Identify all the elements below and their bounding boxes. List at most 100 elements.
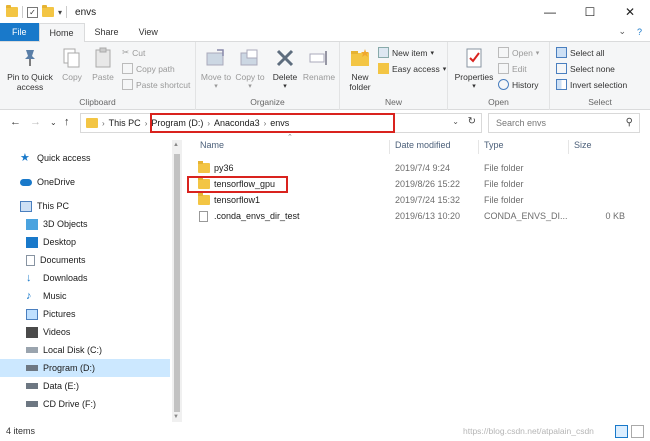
scroll-up-icon[interactable]: ▲ <box>173 142 179 148</box>
breadcrumb-this-pc[interactable]: This PC <box>109 118 141 128</box>
column-type[interactable]: Type <box>484 140 504 150</box>
file-date: 2019/8/26 15:22 <box>395 179 461 189</box>
minimize-button[interactable]: — <box>530 0 570 24</box>
select-group: Select all Select none Invert selection … <box>550 42 650 110</box>
nav-item-3d-objects[interactable]: 3D Objects <box>0 215 170 233</box>
paste-button[interactable]: Paste <box>88 46 118 82</box>
item-count: 4 items <box>6 426 36 436</box>
select-none-icon <box>556 63 567 74</box>
nav-item-cd-drive-f[interactable]: CD Drive (F:) <box>0 395 170 413</box>
rename-icon <box>307 46 331 70</box>
nav-item-pictures[interactable]: Pictures <box>0 305 170 323</box>
nav-item-quick-access[interactable]: ★ Quick access <box>0 149 170 167</box>
search-box[interactable]: Search envs ⚲ <box>488 113 640 133</box>
new-folder-button[interactable]: New folder <box>344 46 376 92</box>
invert-selection-icon <box>556 79 567 90</box>
select-group-label: Select <box>588 97 612 107</box>
tab-file[interactable]: File <box>0 23 39 41</box>
nav-item-this-pc[interactable]: This PC <box>0 197 170 215</box>
nav-item-data-e[interactable]: Data (E:) <box>0 377 170 395</box>
refresh-icon[interactable]: ↻ <box>468 116 476 127</box>
large-icons-view-icon[interactable] <box>631 425 644 438</box>
tab-home[interactable]: Home <box>38 23 85 42</box>
ribbon: Pin to Quick access Copy Paste ✂ Cut Copy… <box>0 42 650 110</box>
new-folder-icon[interactable] <box>42 5 54 17</box>
copy-button[interactable]: Copy <box>58 46 86 82</box>
file-size: 0 KB <box>605 211 625 221</box>
customize-toolbar-icon[interactable]: ▾ <box>58 8 62 17</box>
address-bar[interactable]: › This PC › Program (D:) › Anaconda3 › e… <box>80 113 482 133</box>
cut-button[interactable]: ✂ Cut <box>122 47 145 58</box>
scroll-down-icon[interactable]: ▼ <box>173 414 179 420</box>
edit-button[interactable]: Edit <box>498 63 527 74</box>
delete-button[interactable]: Delete ▾ <box>270 46 300 92</box>
new-item-button[interactable]: New item ▾ <box>378 47 434 58</box>
move-folder-icon <box>204 46 228 70</box>
nav-item-desktop[interactable]: Desktop <box>0 233 170 251</box>
properties-button[interactable]: Properties ▾ <box>452 46 496 92</box>
paste-shortcut-button[interactable]: Paste shortcut <box>122 79 190 90</box>
sort-caret-icon: ⌃ <box>287 134 293 141</box>
recent-locations-icon[interactable]: ⌄ <box>50 118 57 127</box>
history-button[interactable]: History <box>498 79 538 90</box>
up-arrow-icon[interactable]: ↑ <box>64 116 70 128</box>
new-group: New folder New item ▾ Easy access ▾ New <box>340 42 448 110</box>
document-icon <box>26 254 35 266</box>
close-button[interactable]: ✕ <box>610 0 650 24</box>
help-icon[interactable]: ? <box>637 27 642 37</box>
nav-item-program-d[interactable]: Program (D:) <box>0 359 170 377</box>
chevron-down-icon[interactable]: ⌄ <box>618 26 626 37</box>
new-item-icon <box>378 47 389 58</box>
pin-quick-access-button[interactable]: Pin to Quick access <box>4 46 56 92</box>
nav-item-onedrive[interactable]: OneDrive <box>0 173 170 191</box>
easy-access-button[interactable]: Easy access ▾ <box>378 63 446 74</box>
picture-icon <box>26 308 38 320</box>
tab-share[interactable]: Share <box>85 23 129 41</box>
forward-arrow-icon[interactable]: → <box>30 116 41 128</box>
search-icon[interactable]: ⚲ <box>626 117 633 128</box>
column-name[interactable]: Name <box>200 140 224 150</box>
move-to-button[interactable]: Move to ▾ <box>200 46 232 92</box>
drive-icon <box>26 383 38 389</box>
column-date-modified[interactable]: Date modified <box>395 140 451 150</box>
column-size[interactable]: Size <box>574 140 592 150</box>
row-highlight-box <box>187 176 288 193</box>
organize-group-label: Organize <box>250 97 285 107</box>
nav-item-downloads[interactable]: ↓ Downloads <box>0 269 170 287</box>
file-name: tensorflow1 <box>214 195 261 205</box>
properties-check-icon[interactable]: ✓ <box>27 6 38 18</box>
search-input[interactable]: Search envs <box>496 118 546 128</box>
rename-button[interactable]: Rename <box>302 46 336 82</box>
nav-item-local-disk-c[interactable]: Local Disk (C:) <box>0 341 170 359</box>
open-button[interactable]: Open ▾ <box>498 47 539 58</box>
folder-icon <box>198 193 210 205</box>
table-row[interactable]: tensorflow1 2019/7/24 15:32 File folder <box>190 192 650 208</box>
copy-path-button[interactable]: Copy path <box>122 63 175 74</box>
maximize-button[interactable]: ☐ <box>570 0 610 24</box>
table-row[interactable]: .conda_envs_dir_test 2019/6/13 10:20 CON… <box>190 208 650 224</box>
new-group-label: New <box>384 97 402 107</box>
select-all-button[interactable]: Select all <box>556 47 605 58</box>
new-folder-icon <box>348 46 372 70</box>
tab-view[interactable]: View <box>129 23 168 41</box>
nav-item-videos[interactable]: Videos <box>0 323 170 341</box>
chevron-down-icon[interactable]: ⌄ <box>452 117 459 126</box>
list-header: Name Date modified Type Size <box>190 140 650 154</box>
select-none-button[interactable]: Select none <box>556 63 615 74</box>
chevron-right-icon: › <box>144 118 148 128</box>
file-type: File folder <box>484 179 524 189</box>
table-row[interactable]: py36 2019/7/4 9:24 File folder <box>190 160 650 176</box>
nav-scrollbar[interactable]: ▲ ▼ <box>172 140 182 422</box>
chevron-right-icon: › <box>102 118 105 128</box>
copy-to-button[interactable]: Copy to ▾ <box>234 46 266 92</box>
invert-selection-button[interactable]: Invert selection <box>556 79 627 90</box>
nav-item-documents[interactable]: Documents <box>0 251 170 269</box>
details-view-icon[interactable] <box>615 425 628 438</box>
scrollbar-thumb[interactable] <box>174 154 180 412</box>
file-type: File folder <box>484 163 524 173</box>
organize-group: Move to ▾ Copy to ▾ Delete ▾ Rename Orga… <box>196 42 340 110</box>
nav-item-music[interactable]: ♪ Music <box>0 287 170 305</box>
copy-folder-icon <box>238 46 262 70</box>
back-arrow-icon[interactable]: ← <box>10 116 21 128</box>
download-arrow-icon: ↓ <box>26 271 32 284</box>
